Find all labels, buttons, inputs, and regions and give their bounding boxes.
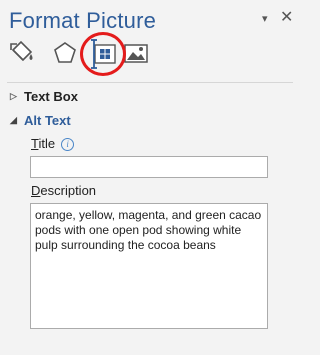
format-picture-pane: Format Picture ▾ ✕ ▷ Text Box ◢ Alt Text…	[0, 0, 300, 355]
alt-text-title-input[interactable]	[30, 156, 268, 178]
close-icon[interactable]: ✕	[280, 7, 293, 27]
collapse-triangle-icon: ◢	[10, 115, 17, 125]
section-text-box-label: Text Box	[24, 89, 78, 104]
title-label-rest: itle	[38, 136, 56, 151]
effects-icon[interactable]	[50, 38, 80, 68]
info-icon[interactable]: i	[61, 138, 75, 151]
section-alt-text-label: Alt Text	[24, 113, 71, 128]
alt-text-description-textarea[interactable]: orange, yellow, magenta, and green cacao…	[30, 203, 268, 329]
section-alt-text[interactable]: ◢ Alt Text	[10, 113, 71, 128]
pane-options-dropdown[interactable]: ▾	[262, 12, 268, 25]
divider	[7, 82, 293, 83]
description-label-rest: escription	[40, 183, 97, 198]
description-label: Description	[31, 183, 96, 198]
fill-line-icon[interactable]	[7, 38, 37, 68]
pane-title: Format Picture	[9, 8, 157, 33]
title-label: Title i	[31, 136, 75, 151]
description-label-accesskey: D	[31, 183, 41, 198]
expand-triangle-icon: ▷	[10, 91, 17, 101]
annotation-highlight-circle	[80, 32, 126, 76]
section-text-box[interactable]: ▷ Text Box	[10, 89, 78, 104]
